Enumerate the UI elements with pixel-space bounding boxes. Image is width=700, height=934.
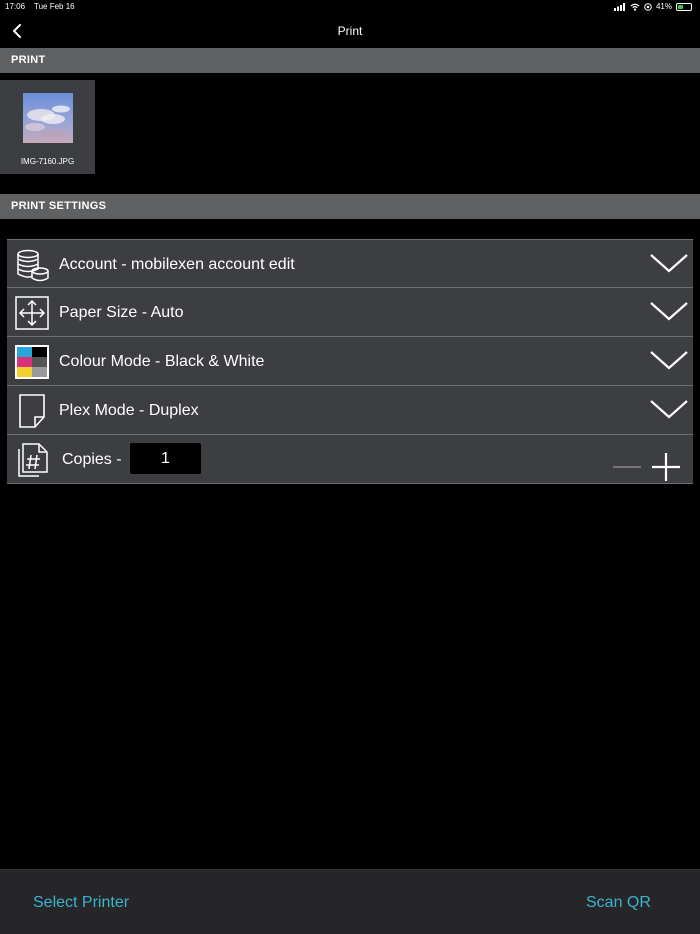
setting-account[interactable]: Account - mobilexen account edit [7, 239, 693, 288]
file-thumbnail-image [23, 93, 73, 143]
battery-percent: 41% [655, 2, 672, 11]
battery-level [678, 4, 683, 9]
chevron-down-icon[interactable] [649, 397, 689, 423]
scan-qr-button[interactable]: Scan QR [586, 894, 651, 912]
setting-paper-size[interactable]: Paper Size - Auto [7, 288, 693, 337]
coins-icon [17, 249, 49, 282]
cellular-signal-icon [613, 2, 625, 11]
bottom-toolbar: Select Printer Scan QR [0, 869, 700, 934]
status-indicators: 41% [613, 2, 692, 11]
file-thumbnail-card[interactable]: IMG-7160.JPG [0, 80, 95, 174]
chevron-down-icon[interactable] [649, 251, 689, 277]
select-printer-button[interactable]: Select Printer [33, 894, 129, 912]
page-title: Print [337, 24, 363, 38]
resize-arrows-icon [15, 296, 49, 330]
setting-paper-size-label: Paper Size - Auto [59, 304, 184, 321]
battery-icon [676, 2, 692, 11]
setting-colour-mode[interactable]: Colour Mode - Black & White [7, 337, 693, 386]
nav-bar: Print [0, 14, 700, 48]
status-time: 17:06 [5, 2, 26, 11]
wifi-icon [630, 3, 640, 11]
increment-button[interactable] [650, 451, 682, 483]
chevron-down-icon[interactable] [649, 348, 689, 374]
setting-copies: Copies - [7, 435, 693, 484]
copies-hash-icon [18, 443, 48, 477]
copies-label: Copies - [62, 451, 122, 468]
color-swatch-icon [15, 345, 49, 379]
status-date: Tue Feb 16 [34, 2, 75, 11]
page-icon [19, 394, 45, 428]
setting-colour-mode-label: Colour Mode - Black & White [59, 353, 265, 370]
setting-plex-mode[interactable]: Plex Mode - Duplex [7, 386, 693, 435]
print-section-header: PRINT [0, 48, 700, 73]
file-name: IMG-7160.JPG [20, 157, 75, 166]
setting-plex-mode-label: Plex Mode - Duplex [59, 402, 199, 419]
location-icon [644, 2, 652, 11]
copies-input[interactable] [130, 443, 201, 474]
print-settings-header: PRINT SETTINGS [0, 194, 700, 219]
decrement-button[interactable] [612, 455, 642, 479]
status-bar: 17:06 Tue Feb 16 41% [0, 0, 700, 14]
chevron-down-icon[interactable] [649, 299, 689, 325]
settings-list: Account - mobilexen account edit Paper S… [7, 239, 693, 484]
setting-account-label: Account - mobilexen account edit [59, 256, 295, 273]
